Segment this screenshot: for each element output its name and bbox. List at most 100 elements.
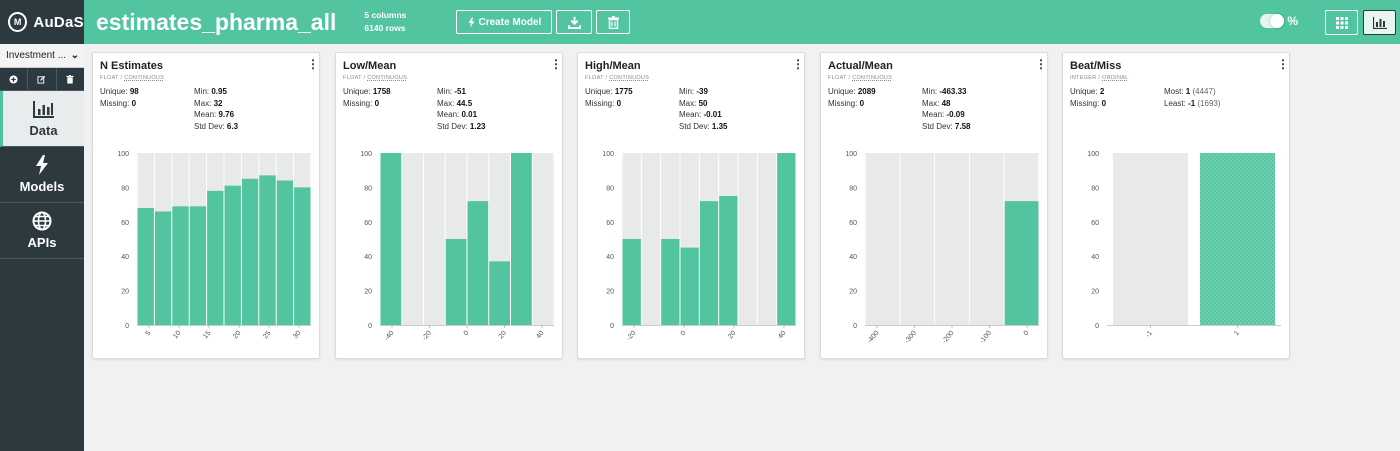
histogram-bar[interactable] (207, 190, 224, 325)
kebab-menu-icon[interactable]: ⋮ (1035, 58, 1047, 70)
histogram-bar[interactable] (241, 178, 259, 325)
x-tick-label: -400 (866, 330, 880, 345)
kebab-menu-icon[interactable]: ⋮ (550, 58, 562, 70)
histogram-bar[interactable] (622, 239, 641, 325)
stat-row: Std Dev: 1.35 (679, 121, 728, 133)
x-tick-label: -1 (1145, 330, 1154, 339)
y-tick-label: 0 (1095, 323, 1099, 330)
histogram-bar[interactable] (1004, 201, 1039, 325)
download-button[interactable] (556, 10, 593, 34)
stat-row: Missing: 0 (343, 98, 391, 110)
edit-icon (37, 75, 46, 84)
histogram-bar[interactable] (224, 185, 241, 325)
toggle-switch[interactable] (1260, 14, 1285, 28)
column-type: FLOAT / CONTINUOUS (585, 75, 650, 81)
stat-value: -51 (454, 87, 466, 96)
histogram-bar[interactable] (154, 211, 172, 325)
column-card[interactable]: High/Mean ⋮ FLOAT / CONTINUOUS Unique: 1775… (577, 52, 805, 359)
stat-row: Missing: 0 (1070, 98, 1106, 110)
histogram-bar[interactable] (680, 247, 699, 325)
histogram-bar[interactable] (511, 153, 532, 325)
stat-row: Unique: 2089 (828, 86, 876, 98)
stat-label: Min: (922, 87, 938, 96)
stat-label: Most: (1164, 87, 1184, 96)
x-tick-label: 20 (498, 330, 508, 341)
stat-extra: (4447) (1192, 87, 1216, 96)
stat-row: Max: 48 (922, 98, 971, 110)
app-logo[interactable]: M AuDaS (0, 0, 84, 44)
stat-label: Unique: (585, 87, 613, 96)
delete-dataset-button[interactable] (596, 10, 631, 34)
x-tick-label: -100 (979, 330, 993, 345)
stat-label: Max: (922, 98, 940, 108)
stat-row: Min: -463.33 (922, 86, 971, 98)
histogram-bar-background (402, 153, 423, 325)
column-card[interactable]: Actual/Mean ⋮ FLOAT / CONTINUOUS Unique: 20… (820, 52, 1048, 359)
x-tick-label: -40 (384, 330, 396, 342)
stats-left: Unique: 1758 Missing: 0 (343, 86, 391, 109)
edit-project-button[interactable] (28, 68, 57, 90)
y-tick-label: 80 (121, 185, 129, 192)
histogram-bar[interactable] (276, 180, 294, 325)
nav-label-models: Models (19, 179, 65, 194)
stat-value: 1758 (372, 87, 391, 96)
grid-icon (1335, 16, 1348, 29)
nav-item-data[interactable]: Data (0, 91, 84, 147)
histogram-bar-background (900, 153, 935, 325)
stat-row: Missing: 0 (585, 98, 633, 110)
stat-label: Missing: (343, 98, 373, 108)
stat-value: 1.23 (469, 121, 486, 131)
project-name: Investment ... (6, 50, 67, 61)
histogram-bar[interactable] (259, 175, 276, 325)
histogram-bar[interactable] (445, 239, 467, 325)
delete-project-button[interactable] (57, 68, 84, 90)
y-tick-label: 0 (125, 323, 129, 330)
nav-item-models[interactable]: Models (0, 147, 84, 203)
stat-label: Missing: (100, 98, 130, 108)
stat-value: 6.3 (226, 121, 239, 131)
histogram-bar[interactable] (172, 206, 189, 325)
y-tick-label: 100 (602, 151, 614, 158)
histogram-bar[interactable] (1200, 153, 1275, 325)
histogram-bar[interactable] (380, 153, 402, 325)
rows-count: 6140 rows (364, 23, 406, 33)
column-card[interactable]: N Estimates ⋮ FLOAT / CONTINUOUS Unique: 98… (92, 52, 320, 359)
stat-row: Max: 32 (194, 98, 238, 110)
stat-label: Mean: (194, 110, 217, 119)
create-model-button[interactable]: Create Model (456, 10, 553, 34)
kebab-menu-icon[interactable]: ⋮ (792, 58, 804, 70)
column-card[interactable]: Beat/Miss ⋮ INTEGER / ORDINAL Unique: 2 Miss… (1062, 52, 1290, 359)
histogram-bar[interactable] (189, 206, 207, 325)
nav-item-apis[interactable]: APIs (0, 203, 84, 259)
stat-label: Max: (679, 98, 697, 108)
histogram-chart: 100 80 60 40 20 0 -20 0 20 40 (602, 151, 796, 342)
histogram-bar[interactable] (467, 201, 489, 325)
type-sub: CONTINUOUS (367, 75, 408, 81)
histogram-bar[interactable] (777, 153, 796, 325)
histogram-bar[interactable] (294, 187, 311, 325)
stat-row: Missing: 0 (100, 98, 139, 110)
histogram-bar-background (1113, 153, 1188, 325)
column-card[interactable]: Low/Mean ⋮ FLOAT / CONTINUOUS Unique: 1758 M… (335, 52, 563, 359)
add-project-button[interactable] (0, 68, 29, 90)
y-tick-label: 80 (364, 185, 372, 192)
histogram-bar[interactable] (719, 196, 738, 325)
histogram-bar[interactable] (699, 201, 719, 325)
chart-view-button[interactable] (1363, 10, 1396, 35)
histogram-bar-background (757, 153, 777, 325)
histogram-bar[interactable] (661, 239, 680, 325)
y-tick-label: 40 (606, 254, 614, 261)
type-main: FLOAT (585, 75, 604, 81)
type-sub: CONTINUOUS (124, 75, 165, 81)
stat-value: -39 (696, 87, 708, 96)
kebab-menu-icon[interactable]: ⋮ (1277, 58, 1289, 70)
y-tick-label: 40 (121, 254, 129, 261)
histogram-bar[interactable] (489, 261, 510, 325)
histogram-bar[interactable] (137, 208, 154, 325)
kebab-menu-icon[interactable]: ⋮ (307, 58, 319, 70)
percent-toggle[interactable]: % (1260, 14, 1298, 28)
download-icon (567, 16, 581, 29)
grid-view-button[interactable] (1325, 10, 1358, 35)
stat-label: Std Dev: (679, 121, 710, 131)
project-select[interactable]: Investment ... ⌄ (0, 44, 84, 68)
